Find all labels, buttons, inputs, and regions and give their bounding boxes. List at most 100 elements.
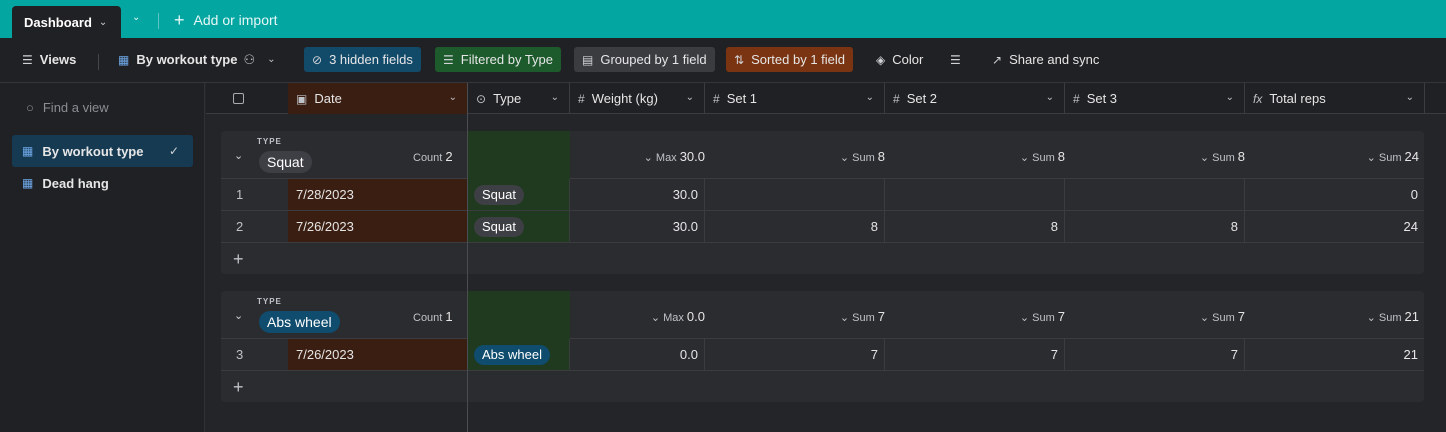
current-view-button[interactable]: ▦ By workout type ⚇ ⌄ (110, 47, 284, 72)
add-record-row[interactable]: + (221, 243, 1424, 274)
aggregate-set-2[interactable]: ⌄ Sum 7 (1020, 309, 1065, 324)
chevron-down-icon[interactable]: ⌄ (1046, 92, 1054, 103)
chevron-down-icon[interactable]: ⌄ (234, 309, 243, 322)
chevron-down-icon[interactable]: ⌄ (449, 92, 457, 103)
row-height-button[interactable]: ☰ (942, 47, 976, 72)
select-all-checkbox[interactable] (233, 93, 244, 104)
cell-date[interactable]: 7/26/2023 (288, 339, 468, 370)
share-and-sync-button[interactable]: ↗ Share and sync (984, 47, 1107, 72)
color-button[interactable]: ◈ Color (868, 47, 931, 72)
cell-set-2[interactable]: 8 (885, 211, 1065, 242)
sort-icon: ⇅ (734, 52, 745, 67)
aggregate-total-reps[interactable]: ⌄ Sum 21 (1367, 309, 1419, 324)
data-grid: ▣ Date ⌄ ⊙ Type ⌄ # Weight (kg) ⌄ # Set … (206, 83, 1446, 432)
filter-button[interactable]: ☰ Filtered by Type (435, 47, 562, 72)
aggregate-set-3[interactable]: ⌄ Sum 8 (1200, 149, 1245, 164)
chevron-down-icon[interactable]: ⌄ (99, 17, 107, 28)
agg-value: 0.0 (686, 309, 705, 324)
aggregate-set-1[interactable]: ⌄ Sum 8 (840, 149, 885, 164)
cell-total-reps[interactable]: 24 (1245, 211, 1424, 242)
type-column-fill (468, 131, 570, 179)
cell-set-1[interactable] (705, 179, 885, 210)
aggregate-weight[interactable]: ⌄ Max 30.0 (644, 149, 705, 164)
chevron-down-icon[interactable]: ⌄ (1406, 92, 1414, 103)
tab-label: Dashboard (24, 14, 92, 30)
chevron-down-icon[interactable]: ⌄ (866, 92, 874, 103)
column-header-row: ▣ Date ⌄ ⊙ Type ⌄ # Weight (kg) ⌄ # Set … (206, 83, 1446, 114)
cell-weight[interactable]: 30.0 (570, 211, 705, 242)
cell-set-1[interactable]: 8 (705, 211, 885, 242)
cell-date[interactable]: 7/28/2023 (288, 179, 468, 210)
cell-set-1[interactable]: 7 (705, 339, 885, 370)
sidebar-item-label: By workout type (42, 143, 144, 159)
cell-weight[interactable]: 30.0 (570, 179, 705, 210)
count-label: Count (413, 152, 443, 164)
hamburger-icon: ☰ (22, 52, 33, 67)
aggregate-set-3[interactable]: ⌄ Sum 7 (1200, 309, 1245, 324)
table-row[interactable]: 1 7/28/2023 Squat 30.0 0 (221, 179, 1424, 211)
group-header[interactable]: ⌄ TYPE Squat Count 2 ⌄ Max 30.0 ⌄ Sum 8 ⌄ S… (221, 131, 1424, 179)
number-icon: # (578, 91, 585, 106)
column-header-date[interactable]: ▣ Date ⌄ (288, 83, 468, 114)
cell-weight[interactable]: 0.0 (570, 339, 705, 370)
table-row[interactable]: 2 7/26/2023 Squat 30.0 8 8 8 24 (221, 211, 1424, 243)
aggregate-weight[interactable]: ⌄ Max 0.0 (651, 309, 705, 324)
aggregate-total-reps[interactable]: ⌄ Sum 24 (1367, 149, 1419, 164)
hidden-fields-button[interactable]: ⊘ 3 hidden fields (304, 47, 421, 72)
paint-bucket-icon: ◈ (876, 52, 886, 67)
find-view-placeholder[interactable]: Find a view (43, 100, 109, 115)
grid-view-icon: ▦ (22, 176, 34, 190)
cell-total-reps[interactable]: 21 (1245, 339, 1424, 370)
column-header-set-2[interactable]: # Set 2 ⌄ (885, 83, 1065, 114)
column-header-set-1[interactable]: # Set 1 ⌄ (705, 83, 885, 114)
agg-label: Max (663, 312, 684, 324)
sidebar-item-dead-hang[interactable]: ▦ Dead hang (12, 167, 193, 199)
cell-set-3[interactable] (1065, 179, 1245, 210)
select-all-cell (206, 83, 288, 114)
row-number: 1 (236, 187, 244, 202)
chevron-down-icon[interactable]: ⌄ (1226, 92, 1234, 103)
divider (158, 13, 159, 29)
table-row[interactable]: 3 7/26/2023 Abs wheel 0.0 7 7 7 21 (221, 339, 1424, 371)
views-button[interactable]: ☰ Views (14, 47, 84, 72)
plus-icon[interactable]: + (233, 377, 244, 398)
count-label: Count (413, 312, 443, 324)
cell-set-2[interactable]: 7 (885, 339, 1065, 370)
group-button[interactable]: ▤ Grouped by 1 field (574, 47, 715, 72)
column-header-set-3[interactable]: # Set 3 ⌄ (1065, 83, 1245, 114)
cell-type[interactable]: Squat (468, 211, 570, 242)
cell-set-3[interactable]: 7 (1065, 339, 1245, 370)
aggregate-set-1[interactable]: ⌄ Sum 7 (840, 309, 885, 324)
tab-dashboard[interactable]: Dashboard ⌄ (12, 6, 121, 38)
cell-set-2[interactable] (885, 179, 1065, 210)
cell-total-reps[interactable]: 0 (1245, 179, 1424, 210)
cell-type[interactable]: Squat (468, 179, 570, 210)
agg-value: 7 (1237, 309, 1245, 324)
cell-set-3[interactable]: 8 (1065, 211, 1245, 242)
add-or-import-button[interactable]: + Add or import (174, 11, 278, 29)
column-label: Set 3 (1086, 91, 1118, 106)
cell-date[interactable]: 7/26/2023 (288, 211, 468, 242)
aggregate-set-2[interactable]: ⌄ Sum 8 (1020, 149, 1065, 164)
chevron-down-icon[interactable]: ⌄ (686, 92, 694, 103)
sort-button[interactable]: ⇅ Sorted by 1 field (726, 47, 854, 72)
group-header[interactable]: ⌄ TYPE Abs wheel Count 1 ⌄ Max 0.0 ⌄ Sum 7 … (221, 291, 1424, 339)
add-or-import-label: Add or import (193, 12, 278, 28)
chevron-down-icon[interactable]: ⌄ (551, 92, 559, 103)
agg-value: 7 (877, 309, 885, 324)
chevron-down-icon[interactable]: ⌄ (234, 149, 243, 162)
column-header-weight[interactable]: # Weight (kg) ⌄ (570, 83, 705, 114)
find-view-search[interactable]: ○ Find a view (26, 100, 109, 115)
frozen-column-divider[interactable] (467, 83, 468, 432)
type-column-fill (468, 291, 570, 339)
plus-icon[interactable]: + (233, 249, 244, 270)
agg-value: 24 (1404, 149, 1419, 164)
add-record-row[interactable]: + (221, 371, 1424, 402)
column-header-type[interactable]: ⊙ Type ⌄ (468, 83, 570, 114)
sidebar-item-by-workout-type[interactable]: ▦ By workout type ✓ (12, 135, 193, 167)
agg-value: 7 (1057, 309, 1065, 324)
tabs-dropdown-icon[interactable]: ⌄ (132, 12, 140, 23)
column-header-total-reps[interactable]: fx Total reps ⌄ (1245, 83, 1425, 114)
agg-label: Sum (1212, 152, 1235, 164)
cell-type[interactable]: Abs wheel (468, 339, 570, 370)
